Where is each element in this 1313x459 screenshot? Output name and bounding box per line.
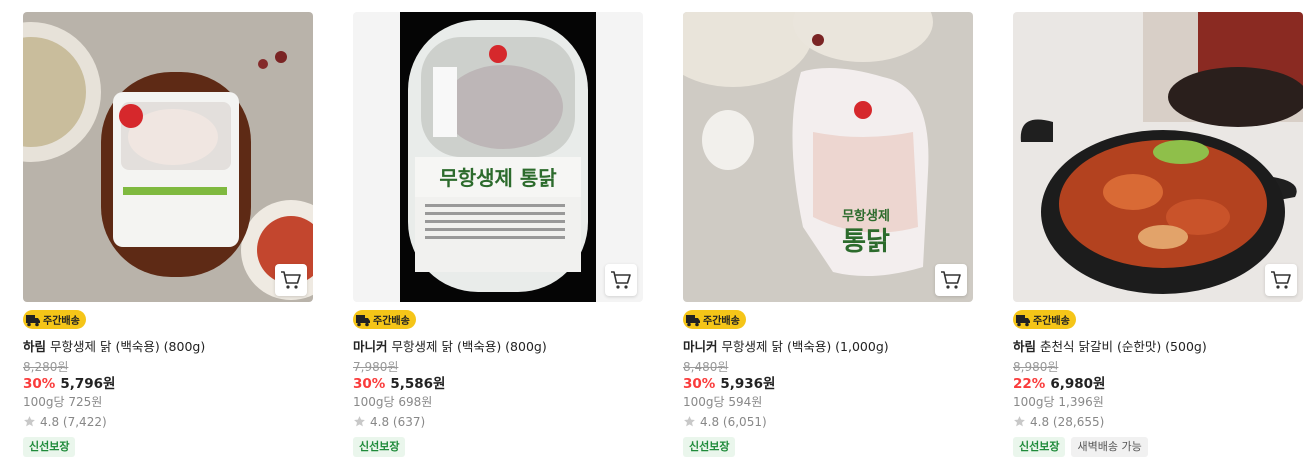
price-line: 22% 6,980원	[1013, 375, 1303, 393]
rating-score: 4.8	[370, 414, 390, 429]
original-price: 8,980원	[1013, 359, 1059, 374]
product-title: 춘천식 닭갈비 (순한맛) (500g)	[1040, 338, 1207, 354]
cart-icon	[611, 271, 631, 289]
product-image-art: 무항생제 통닭	[683, 12, 973, 302]
discount-rate: 30%	[683, 375, 716, 392]
add-to-cart-button[interactable]	[275, 264, 307, 296]
delivery-badge: 주간배송	[353, 310, 416, 329]
price-line: 30% 5,936원	[683, 375, 973, 393]
original-price: 8,280원	[23, 359, 69, 374]
sale-price: 5,586원	[390, 375, 446, 392]
sale-price: 6,980원	[1050, 375, 1106, 392]
tag-list: 신선보장	[683, 436, 973, 457]
rating: 4.8 (7,422)	[23, 414, 313, 430]
price-line: 30% 5,796원	[23, 375, 313, 393]
product-brand: 마니커	[353, 338, 388, 354]
delivery-badge-label: 주간배송	[373, 316, 410, 327]
product-image[interactable]	[1013, 12, 1303, 302]
tag-list: 신선보장	[23, 436, 313, 457]
add-to-cart-button[interactable]	[605, 264, 637, 296]
add-to-cart-button[interactable]	[1265, 264, 1297, 296]
product-title: 무항생제 닭 (백숙용) (800g)	[391, 338, 547, 354]
add-to-cart-button[interactable]	[935, 264, 967, 296]
discount-rate: 30%	[23, 375, 56, 392]
truck-icon	[686, 314, 700, 326]
unit-price: 100g당 1,396원	[1013, 394, 1104, 409]
package-label: 무항생제 통닭	[439, 166, 557, 190]
product-image-art: 무항생제 통닭	[353, 12, 643, 302]
product-image-art	[23, 12, 313, 302]
rating-score: 4.8	[1030, 414, 1050, 429]
review-count: (637)	[392, 414, 426, 429]
original-price: 7,980원	[353, 359, 399, 374]
star-icon	[684, 416, 695, 427]
unit-price: 100g당 594원	[683, 394, 763, 409]
product-brand: 하림	[23, 338, 47, 354]
product-card[interactable]: 주간배송 하림 무항생제 닭 (백숙용) (800g) 8,280원 30% 5,…	[23, 12, 313, 457]
package-label-top: 무항생제	[842, 208, 890, 224]
truck-icon	[356, 314, 370, 326]
product-image[interactable]	[23, 12, 313, 302]
product-title: 무항생제 닭 (백숙용) (800g)	[50, 338, 206, 354]
product-name[interactable]: 마니커 무항생제 닭 (백숙용) (1,000g)	[683, 339, 973, 355]
review-count: (7,422)	[62, 414, 107, 429]
product-name[interactable]: 마니커 무항생제 닭 (백숙용) (800g)	[353, 339, 643, 355]
discount-rate: 22%	[1013, 375, 1046, 392]
dawn-delivery-tag: 새벽배송 가능	[1071, 436, 1148, 457]
product-image-art	[1013, 12, 1303, 302]
fresh-guarantee-tag: 신선보장	[23, 436, 76, 457]
fresh-guarantee-tag: 신선보장	[353, 436, 406, 457]
review-count: (6,051)	[722, 414, 767, 429]
price-line: 30% 5,586원	[353, 375, 643, 393]
unit-price: 100g당 698원	[353, 394, 433, 409]
tag-list: 신선보장	[353, 436, 643, 457]
product-brand: 마니커	[683, 338, 718, 354]
original-price: 8,480원	[683, 359, 729, 374]
product-card[interactable]: 주간배송 하림 춘천식 닭갈비 (순한맛) (500g) 8,980원 22% 6…	[1013, 12, 1303, 457]
truck-icon	[1016, 314, 1030, 326]
fresh-guarantee-tag: 신선보장	[1013, 436, 1066, 457]
rating-score: 4.8	[40, 414, 60, 429]
product-name[interactable]: 하림 춘천식 닭갈비 (순한맛) (500g)	[1013, 339, 1303, 355]
cart-icon	[281, 271, 301, 289]
delivery-badge: 주간배송	[23, 310, 86, 329]
product-card[interactable]: 무항생제 통닭 주간배송 마니커 무항생제 닭 (백숙용) (800g) 7,9…	[353, 12, 643, 457]
product-title: 무항생제 닭 (백숙용) (1,000g)	[721, 338, 889, 354]
delivery-badge-label: 주간배송	[43, 316, 80, 327]
cart-icon	[941, 271, 961, 289]
delivery-badge-label: 주간배송	[703, 316, 740, 327]
product-image[interactable]: 무항생제 통닭	[683, 12, 973, 302]
delivery-badge: 주간배송	[683, 310, 746, 329]
truck-icon	[26, 314, 40, 326]
delivery-badge-label: 주간배송	[1033, 316, 1070, 327]
discount-rate: 30%	[353, 375, 386, 392]
sale-price: 5,796원	[60, 375, 116, 392]
sale-price: 5,936원	[720, 375, 776, 392]
package-label-bottom: 통닭	[842, 227, 890, 257]
rating-score: 4.8	[700, 414, 720, 429]
rating: 4.8 (6,051)	[683, 414, 973, 430]
rating: 4.8 (28,655)	[1013, 414, 1303, 430]
tag-list: 신선보장 새벽배송 가능	[1013, 436, 1303, 457]
product-grid: 주간배송 하림 무항생제 닭 (백숙용) (800g) 8,280원 30% 5,…	[0, 0, 1313, 459]
fresh-guarantee-tag: 신선보장	[683, 436, 736, 457]
rating: 4.8 (637)	[353, 414, 643, 430]
cart-icon	[1271, 271, 1291, 289]
product-brand: 하림	[1013, 338, 1037, 354]
review-count: (28,655)	[1052, 414, 1105, 429]
product-image[interactable]: 무항생제 통닭	[353, 12, 643, 302]
unit-price: 100g당 725원	[23, 394, 103, 409]
star-icon	[1014, 416, 1025, 427]
star-icon	[24, 416, 35, 427]
product-card[interactable]: 무항생제 통닭 주간배송 마니커 무항생제 닭 (백숙용) (1,000g) 8…	[683, 12, 973, 457]
product-name[interactable]: 하림 무항생제 닭 (백숙용) (800g)	[23, 339, 313, 355]
delivery-badge: 주간배송	[1013, 310, 1076, 329]
star-icon	[354, 416, 365, 427]
